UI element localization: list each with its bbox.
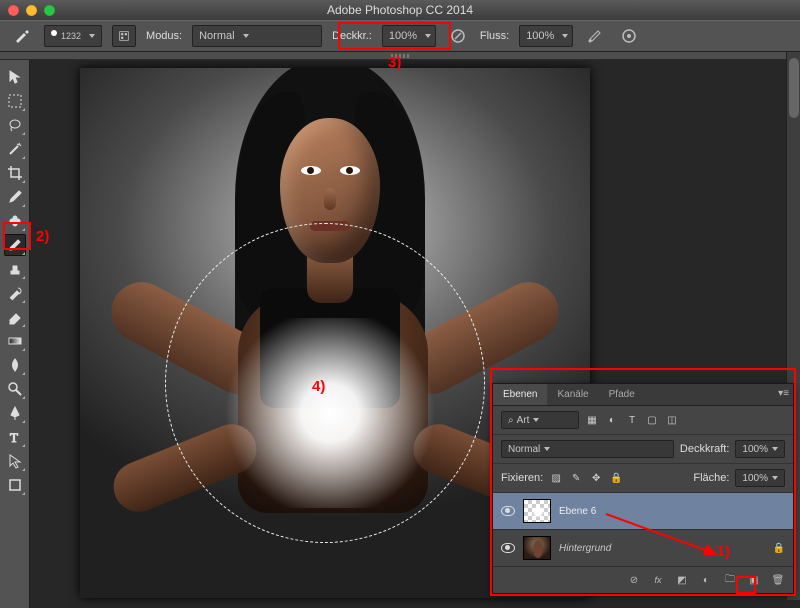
delete-layer-icon[interactable]: 🗑 [771,573,785,587]
layer-filter-kind-value: Art [517,415,530,426]
dodge-tool[interactable] [4,378,26,400]
layer-row-selected[interactable]: Ebene 6 [493,493,793,530]
layer-thumbnail[interactable] [523,536,551,560]
tab-layers[interactable]: Ebenen [493,384,547,405]
blend-mode-label: Modus: [146,30,182,42]
layers-panel-tabs: Ebenen Kanäle Pfade ▾≡ [493,384,793,406]
layer-opacity-input[interactable]: 100% [735,440,785,458]
brush-tool[interactable] [4,234,26,256]
window-controls[interactable] [8,5,55,16]
tool-preset-icon[interactable] [10,24,34,48]
background-lock-icon[interactable]: 🔒 [773,543,785,554]
visibility-toggle-icon[interactable] [501,543,515,553]
eyedropper-tool[interactable] [4,186,26,208]
pressure-opacity-icon[interactable] [446,24,470,48]
healing-brush-tool[interactable] [4,210,26,232]
svg-text:T: T [10,430,18,445]
lasso-tool[interactable] [4,114,26,136]
lock-icons[interactable]: ▨ ✎ ✥ 🔒 [549,471,623,485]
layer-row-background[interactable]: Hintergrund 🔒 [493,530,793,567]
layers-panel: Ebenen Kanäle Pfade ▾≡ ⌕ Art ▦ ◐ T ▢ ◫ N… [492,383,794,594]
filter-type-icon[interactable]: T [625,413,639,427]
tab-channels[interactable]: Kanäle [547,384,598,405]
path-selection-tool[interactable] [4,450,26,472]
flow-label: Fluss: [480,30,509,42]
layer-opacity-value: 100% [742,444,768,455]
options-bar: 1232 Modus: Normal Deckkr.: 100% Fluss: … [0,20,800,52]
toolbox: T [0,60,30,608]
pen-tool[interactable] [4,402,26,424]
layer-filter-icons[interactable]: ▦ ◐ T ▢ ◫ [585,413,679,427]
flow-input[interactable]: 100% [519,25,573,47]
new-layer-icon[interactable]: ▣ [747,573,761,587]
lock-label: Fixieren: [501,472,543,484]
layer-mask-icon[interactable]: ◩ [675,573,689,587]
visibility-toggle-icon[interactable] [501,506,515,516]
move-tool[interactable] [4,66,26,88]
blend-mode-value: Normal [199,30,234,42]
lock-pixels-icon[interactable]: ✎ [569,471,583,485]
layer-blend-mode[interactable]: Normal [501,440,674,458]
flow-value: 100% [526,30,554,42]
eraser-tool[interactable] [4,306,26,328]
adjustment-layer-icon[interactable]: ◐ [699,573,713,587]
airbrush-icon[interactable] [583,24,607,48]
panel-menu-icon[interactable]: ▾≡ [778,388,789,399]
zoom-window-button[interactable] [44,5,55,16]
history-brush-tool[interactable] [4,282,26,304]
opacity-value: 100% [389,30,417,42]
opacity-input[interactable]: 100% [382,25,436,47]
layer-filter-kind[interactable]: ⌕ Art [501,411,579,429]
layer-fill-value: 100% [742,473,768,484]
layer-name[interactable]: Ebene 6 [559,506,596,517]
blend-mode-select[interactable]: Normal [192,25,322,47]
brush-preset-picker[interactable]: 1232 [44,25,102,47]
layer-style-icon[interactable]: fx [651,573,665,587]
lock-all-icon[interactable]: 🔒 [609,471,623,485]
layer-opacity-label: Deckkraft: [680,443,730,455]
lock-transparency-icon[interactable]: ▨ [549,471,563,485]
filter-pixel-icon[interactable]: ▦ [585,413,599,427]
filter-smart-icon[interactable]: ◫ [665,413,679,427]
pressure-size-icon[interactable] [617,24,641,48]
tab-paths[interactable]: Pfade [599,384,645,405]
lock-position-icon[interactable]: ✥ [589,471,603,485]
blur-tool[interactable] [4,354,26,376]
shape-tool[interactable] [4,474,26,496]
layer-thumbnail[interactable] [523,499,551,523]
scrollbar-thumb[interactable] [789,58,799,118]
layers-panel-footer: ⊘ fx ◩ ◐ 🗀 ▣ 🗑 [493,567,793,593]
opacity-label: Deckkr.: [332,30,372,42]
layer-blend-mode-value: Normal [508,444,540,455]
app-title: Adobe Photoshop CC 2014 [327,3,473,17]
close-window-button[interactable] [8,5,19,16]
panel-grip[interactable] [0,52,800,60]
crop-tool[interactable] [4,162,26,184]
brush-panel-toggle[interactable] [112,25,136,47]
magic-wand-tool[interactable] [4,138,26,160]
layer-name[interactable]: Hintergrund [559,543,611,554]
link-layers-icon[interactable]: ⊘ [627,573,641,587]
filter-adjust-icon[interactable]: ◐ [605,413,619,427]
gradient-tool[interactable] [4,330,26,352]
fill-label: Fläche: [693,472,729,484]
layer-fill-input[interactable]: 100% [735,469,785,487]
marquee-tool[interactable] [4,90,26,112]
window-titlebar: Adobe Photoshop CC 2014 [0,0,800,20]
type-tool[interactable]: T [4,426,26,448]
group-icon[interactable]: 🗀 [723,573,737,587]
minimize-window-button[interactable] [26,5,37,16]
filter-shape-icon[interactable]: ▢ [645,413,659,427]
brush-size-value: 1232 [61,31,81,41]
clone-stamp-tool[interactable] [4,258,26,280]
